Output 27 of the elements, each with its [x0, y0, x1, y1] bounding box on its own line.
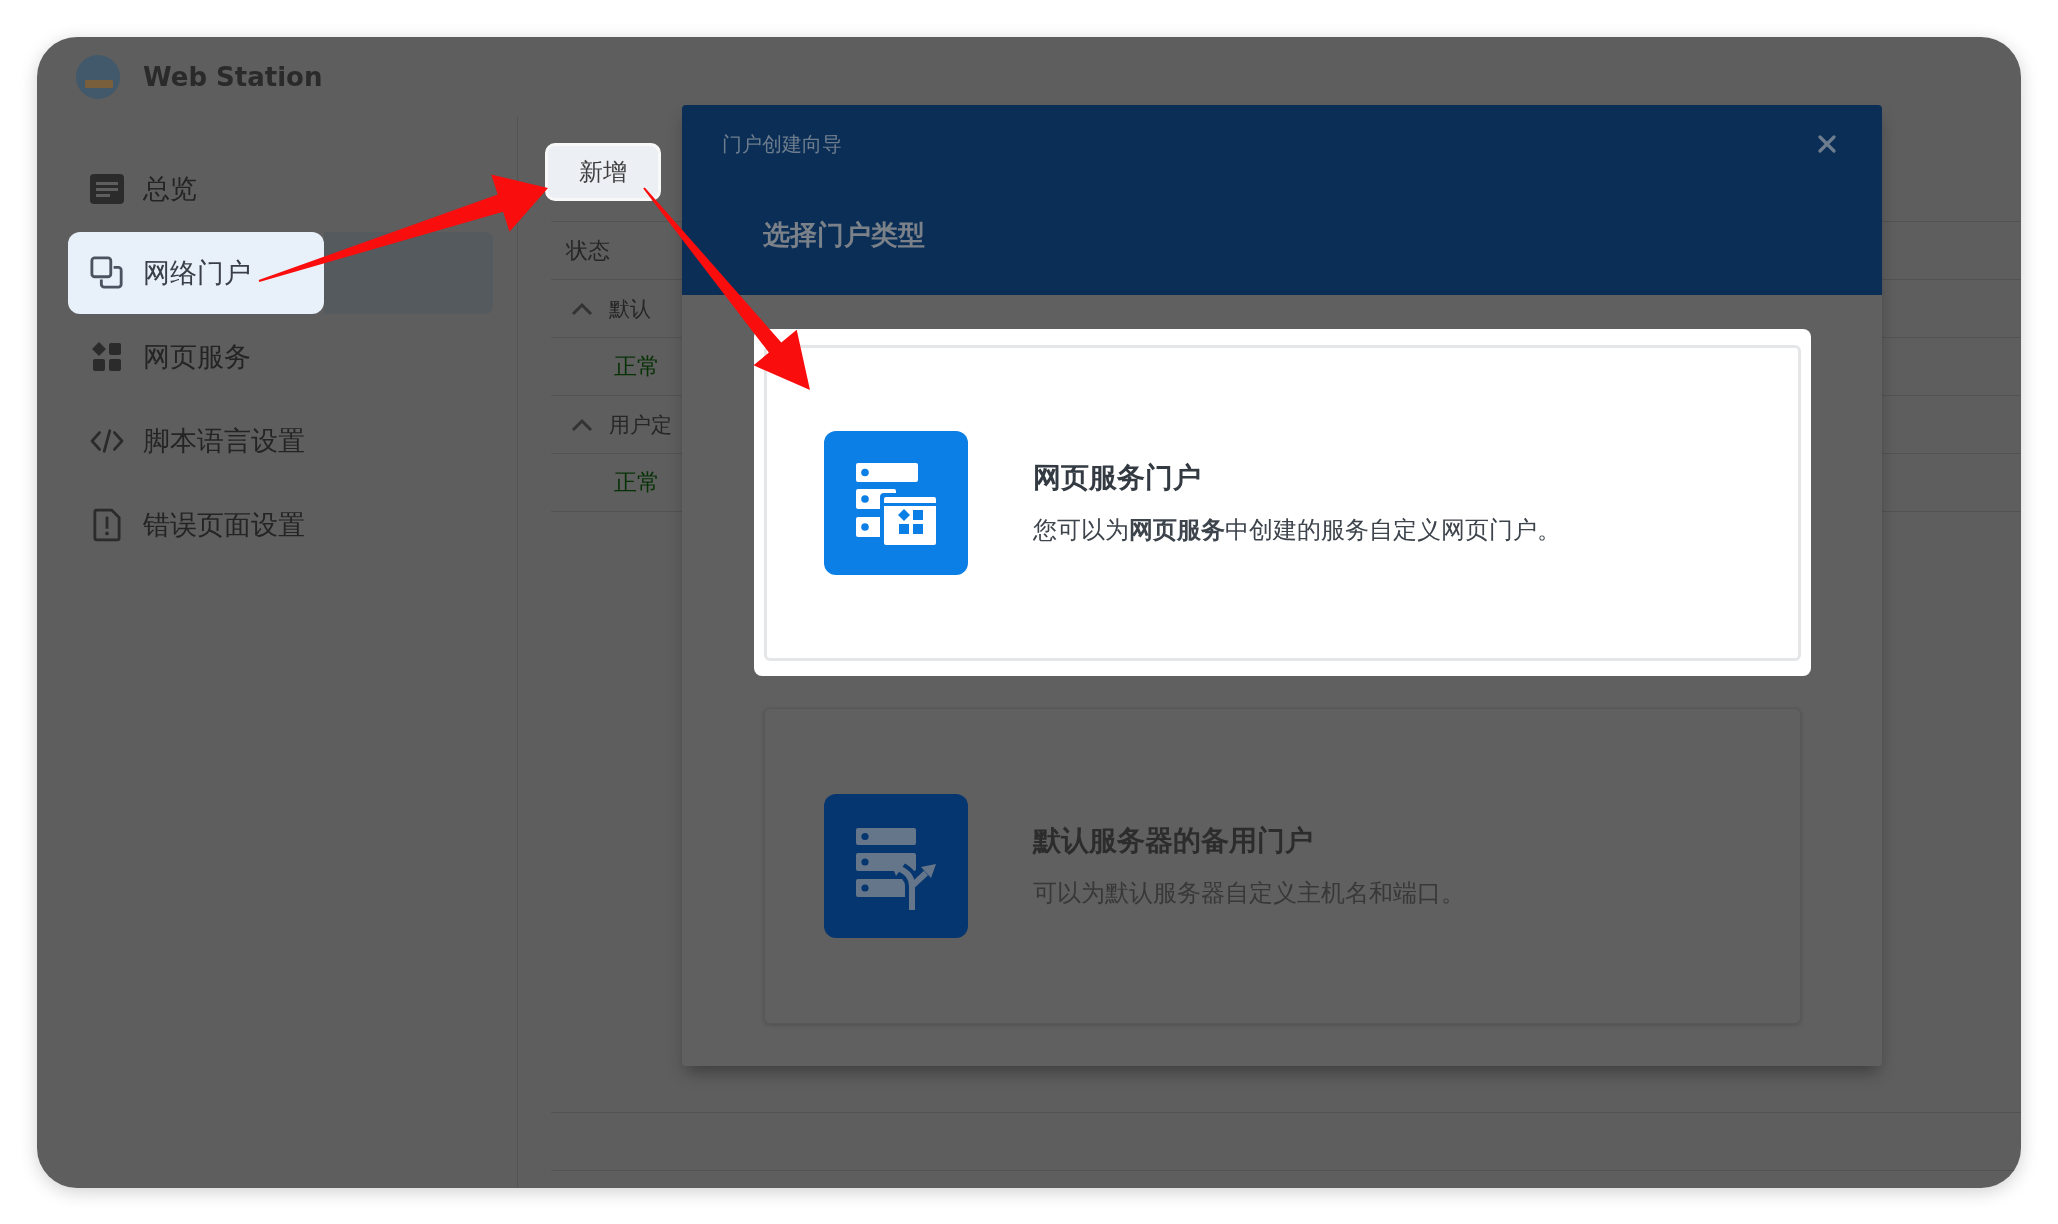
group-label: 用户定 [609, 411, 672, 439]
chevron-up-icon[interactable] [571, 301, 593, 316]
column-header: 状态 [566, 236, 610, 265]
alert-document-icon [93, 508, 121, 542]
overlapping-squares-icon [90, 256, 124, 290]
group-label: 默认 [609, 295, 651, 323]
sidebar-item[interactable]: 网络门户 [68, 232, 324, 314]
code-icon [90, 427, 124, 455]
document-list-icon [90, 174, 124, 204]
add-button[interactable]: 新增 [545, 143, 661, 201]
close-button[interactable] [1818, 135, 1836, 153]
portal-type-card[interactable]: 网页服务门户 您可以为网页服务中创建的服务自定义网页门户。 [764, 345, 1801, 661]
card-description: 您可以为网页服务中创建的服务自定义网页门户。 [1033, 514, 1561, 546]
card-title: 网页服务门户 [1033, 459, 1202, 496]
grid-icon [92, 342, 122, 372]
chevron-up-icon[interactable] [571, 417, 593, 432]
server-window-icon [824, 431, 968, 575]
sidebar-item[interactable]: 错误页面设置 [68, 484, 327, 566]
app-logo-icon [76, 54, 120, 99]
dialog-heading: 选择门户类型 [763, 218, 926, 252]
close-icon [1818, 135, 1836, 153]
status-text: 正常 [614, 468, 660, 497]
dialog-title: 门户创建向导 [722, 130, 842, 158]
status-text: 正常 [614, 352, 660, 381]
sidebar-item[interactable]: 网页服务 [68, 316, 273, 398]
sidebar-item[interactable]: 总览 [68, 148, 219, 230]
sidebar-item[interactable]: 脚本语言设置 [68, 400, 327, 482]
